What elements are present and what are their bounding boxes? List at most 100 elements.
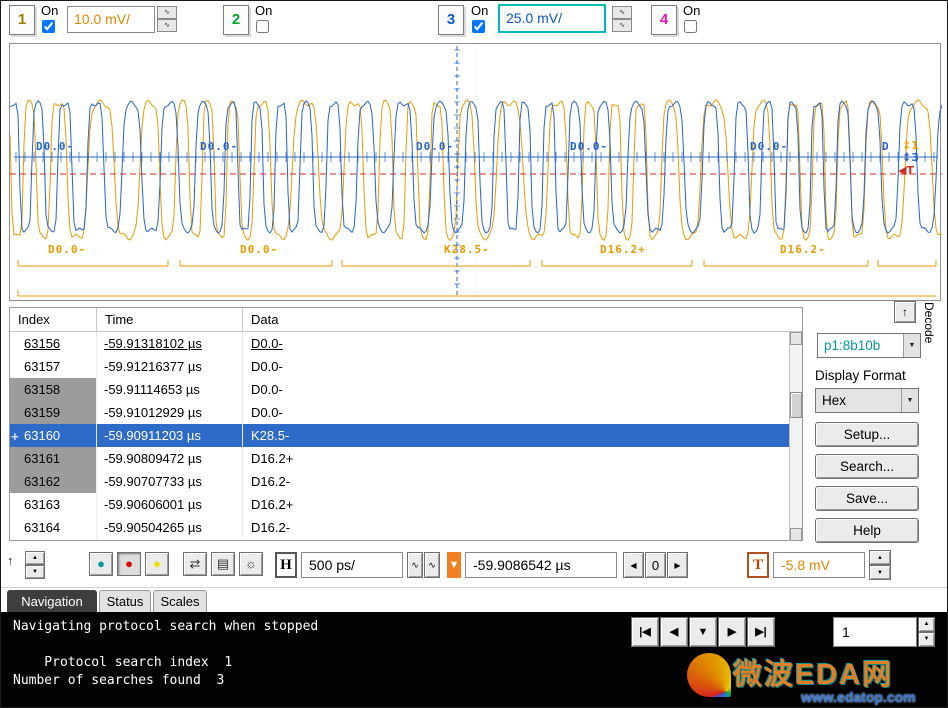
cell-time[interactable]: -59.90809472 µs [97, 447, 243, 470]
cell-index[interactable]: 63159 [10, 401, 97, 424]
channel-1-scale-field[interactable]: 10.0 mV/ [67, 6, 155, 33]
nav-prev-button[interactable]: ◀ [660, 617, 688, 647]
table-row[interactable]: 63163 -59.90606001 µs D16.2+ [10, 493, 802, 516]
cell-time[interactable]: -59.90504265 µs [97, 516, 243, 539]
cell-time[interactable]: -59.91318102 µs [97, 332, 243, 355]
cell-index[interactable]: 63164 [10, 516, 97, 539]
marker-a-button[interactable]: ● [89, 552, 113, 576]
table-row[interactable]: 63161 -59.90809472 µs D16.2+ [10, 447, 802, 470]
nav-index-down-icon[interactable]: ▼ [918, 632, 935, 647]
cell-data[interactable]: D0.0- [243, 332, 802, 355]
spin-up-icon[interactable]: ▲ [25, 551, 45, 565]
channel-1-on-checkbox[interactable] [42, 20, 55, 33]
waveform-display[interactable]: D0.0- D0.0- D0.0- D0.0- D0.0- D D0.0- D0… [9, 43, 943, 301]
column-header-data[interactable]: Data [243, 308, 802, 331]
chevron-down-icon[interactable]: ▼ [903, 334, 920, 357]
channel-3-scale-field[interactable]: 25.0 mV/ [498, 4, 606, 33]
cell-data[interactable]: D16.2- [243, 516, 802, 539]
cell-index[interactable]: 63157 [10, 355, 97, 378]
table-scrollbar[interactable] [789, 332, 802, 541]
cell-index[interactable]: 63162 [10, 470, 97, 493]
cell-index[interactable]: 63163 [10, 493, 97, 516]
cell-time[interactable]: -59.91114653 µs [97, 378, 243, 401]
scroll-down-icon[interactable] [790, 528, 802, 541]
single-button[interactable]: ● [145, 552, 169, 576]
channel-3-ground-marker-icon[interactable]: ↕3 [902, 151, 919, 164]
table-row[interactable]: 63158 -59.91114653 µs D0.0- [10, 378, 802, 401]
setup-button[interactable]: Setup... [815, 422, 919, 447]
table-row[interactable]: 63159 -59.91012929 µs D0.0- [10, 401, 802, 424]
cell-index[interactable]: 63158 [10, 378, 97, 401]
channel-3-button[interactable]: 3 [438, 5, 464, 35]
tab-navigation[interactable]: Navigation [7, 590, 97, 613]
chevron-down-icon[interactable]: ▼ [901, 389, 918, 412]
scrollbar-thumb[interactable] [790, 392, 802, 418]
timebase-coarse-icon[interactable]: ∿ [424, 552, 440, 578]
channel-3-scale-down-icon[interactable]: ∿ [612, 19, 632, 32]
timebase-field[interactable]: 500 ps/ [301, 552, 403, 578]
scroll-up-icon[interactable] [790, 332, 802, 345]
level-down-icon[interactable]: ▼ [869, 565, 891, 580]
search-button[interactable]: Search... [815, 454, 919, 479]
cell-time[interactable]: -59.90707733 µs [97, 470, 243, 493]
channel-1-scale-up-icon[interactable]: ∿ [157, 6, 177, 19]
cell-data[interactable]: D0.0- [243, 401, 802, 424]
pan-zoom-icon[interactable]: ⇄ [183, 552, 207, 576]
nav-next-button[interactable]: ▶ [718, 617, 746, 647]
intensity-icon[interactable]: ☼ [239, 552, 263, 576]
cell-data[interactable]: D0.0- [243, 378, 802, 401]
trigger-level-field[interactable]: -5.8 mV [773, 552, 865, 578]
layers-icon[interactable]: ▤ [211, 552, 235, 576]
channel-3-on-checkbox[interactable] [472, 20, 485, 33]
position-right-icon[interactable]: ▶ [667, 552, 688, 578]
expand-up-icon[interactable]: ↑ [7, 553, 14, 568]
cell-index[interactable]: 63156 [10, 332, 97, 355]
channel-4-button[interactable]: 4 [651, 5, 677, 35]
tab-scales[interactable]: Scales [153, 590, 207, 613]
nav-direction-button[interactable]: ▼ [689, 617, 717, 647]
nav-index-field[interactable]: 1 [833, 617, 917, 647]
channel-2-on-checkbox[interactable] [256, 20, 269, 33]
save-button[interactable]: Save... [815, 486, 919, 511]
level-up-icon[interactable]: ▲ [869, 550, 891, 565]
position-zero-button[interactable]: 0 [645, 552, 666, 578]
table-row[interactable]: 63164 -59.90504265 µs D16.2- [10, 516, 802, 539]
nav-last-button[interactable]: ▶| [747, 617, 775, 647]
cell-time[interactable]: -59.91216377 µs [97, 355, 243, 378]
spin-down-icon[interactable]: ▼ [25, 565, 45, 579]
nav-index-up-icon[interactable]: ▲ [918, 617, 935, 632]
horizontal-position-field[interactable]: -59.9086542 µs [465, 552, 617, 578]
cell-data[interactable]: D0.0- [243, 355, 802, 378]
channel-4-on-checkbox[interactable] [684, 20, 697, 33]
table-row[interactable]: 63157 -59.91216377 µs D0.0- [10, 355, 802, 378]
channel-1-button[interactable]: 1 [9, 5, 35, 35]
channel-2-button[interactable]: 2 [223, 5, 249, 35]
trigger-level-marker-icon[interactable]: ◀T [898, 164, 914, 177]
decode-bus-dropdown[interactable]: p1:8b10b ▼ [817, 333, 921, 358]
cell-time[interactable]: -59.91012929 µs [97, 401, 243, 424]
cell-data[interactable]: D16.2+ [243, 447, 802, 470]
column-header-time[interactable]: Time [97, 308, 243, 331]
channel-1-scale-down-icon[interactable]: ∿ [157, 19, 177, 32]
channel-1-scale-spinner: ∿ ∿ [157, 6, 177, 32]
cell-data[interactable]: K28.5- [243, 424, 802, 447]
cell-index[interactable]: 63161 [10, 447, 97, 470]
table-row[interactable]: 63162 -59.90707733 µs D16.2- [10, 470, 802, 493]
position-left-icon[interactable]: ◀ [623, 552, 644, 578]
timebase-fine-icon[interactable]: ∿ [407, 552, 423, 578]
run-stop-button[interactable]: ● [117, 552, 141, 576]
cell-time[interactable]: -59.90911203 µs [97, 424, 243, 447]
cell-data[interactable]: D16.2- [243, 470, 802, 493]
table-row[interactable]: 63156 -59.91318102 µs D0.0- [10, 332, 802, 355]
table-row-selected[interactable]: + 63160 -59.90911203 µs K28.5- [10, 424, 802, 447]
channel-3-scale-up-icon[interactable]: ∿ [612, 6, 632, 19]
display-format-dropdown[interactable]: Hex ▼ [815, 388, 919, 413]
decode-panel-collapse-button[interactable]: ↑ [894, 301, 916, 323]
nav-first-button[interactable]: |◀ [631, 617, 659, 647]
cell-index[interactable]: 63160 [10, 424, 97, 447]
column-header-index[interactable]: Index [10, 308, 97, 331]
tab-status[interactable]: Status [99, 590, 151, 613]
cell-data[interactable]: D16.2+ [243, 493, 802, 516]
help-button[interactable]: Help [815, 518, 919, 543]
cell-time[interactable]: -59.90606001 µs [97, 493, 243, 516]
